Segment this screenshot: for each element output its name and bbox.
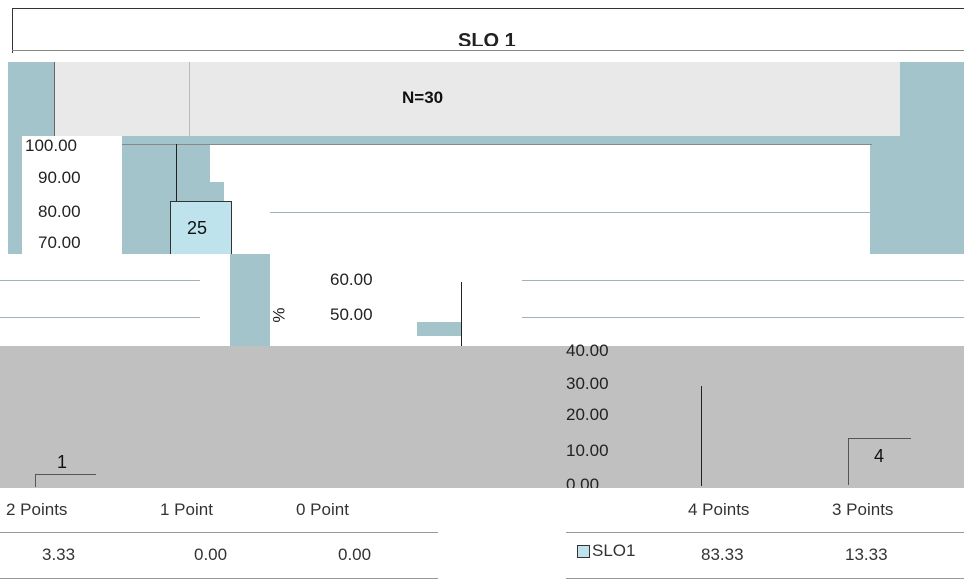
- leader-line-83: [701, 386, 702, 486]
- table-rule: [0, 532, 438, 533]
- gridline: [522, 317, 964, 318]
- value-cell: 13.33: [845, 545, 888, 564]
- y-tick-label: 40.00: [566, 341, 609, 359]
- gridline: [522, 280, 964, 281]
- y-axis-label: %: [269, 307, 289, 323]
- header-panel: [54, 62, 900, 136]
- gridline: [0, 280, 200, 281]
- bar-fragment: [417, 322, 461, 336]
- value-cell: 0.00: [338, 545, 372, 564]
- header-divider-left: [54, 62, 55, 136]
- y-tick-label: 30.00: [566, 374, 609, 393]
- table-rule: [566, 532, 964, 533]
- header-divider-mid: [189, 62, 190, 136]
- plot-band-middle: [0, 254, 964, 346]
- plot-band-lower: [0, 346, 964, 488]
- data-label: 4: [874, 446, 885, 466]
- table-rule: [0, 578, 438, 579]
- x-tick-label: 0 Point: [296, 500, 349, 519]
- y-tick-label: 80.00: [38, 202, 81, 221]
- y-tick-label: 20.00: [566, 405, 609, 424]
- value-cell: 83.33: [701, 545, 744, 564]
- y-tick-label: 60.00: [330, 270, 373, 289]
- value-cell: 3.33: [42, 545, 76, 564]
- axis-fragment: [461, 282, 462, 346]
- y-tick-label: 100.00: [25, 136, 77, 155]
- x-tick-label: 3 Points: [832, 500, 894, 519]
- y-tick-label: 10.00: [566, 441, 609, 460]
- table-rule: [566, 578, 964, 579]
- gridline: [270, 212, 870, 213]
- title-underline: [12, 50, 964, 51]
- y-tick-label: 50.00: [330, 305, 373, 324]
- data-label: 25: [187, 218, 208, 238]
- grid-panel-b: [224, 182, 870, 254]
- x-tick-label: 4 Points: [688, 500, 750, 519]
- x-tick-label: 1 Point: [160, 500, 213, 519]
- bar-fragment: [230, 254, 270, 346]
- value-cell: 0.00: [194, 545, 228, 564]
- data-label: 1: [57, 452, 68, 472]
- gridline: [0, 317, 200, 318]
- legend-swatch: [577, 545, 590, 558]
- data-label-frame: [35, 474, 96, 487]
- chart-canvas: SLO 1 N=30 100.00 90.00 80.00 70.00 25 6…: [0, 0, 964, 583]
- gridline: [122, 144, 872, 145]
- grid-panel-a: [210, 144, 870, 182]
- data-table-right: [566, 488, 964, 583]
- sample-size-label: N=30: [402, 88, 444, 107]
- chart-title: SLO 1: [458, 30, 516, 46]
- leader-line-25: [176, 144, 177, 202]
- legend-label: SLO1: [592, 541, 636, 560]
- y-tick-label: 90.00: [38, 168, 81, 187]
- y-tick-label: 70.00: [38, 233, 81, 252]
- x-tick-label: 2 Points: [6, 500, 68, 519]
